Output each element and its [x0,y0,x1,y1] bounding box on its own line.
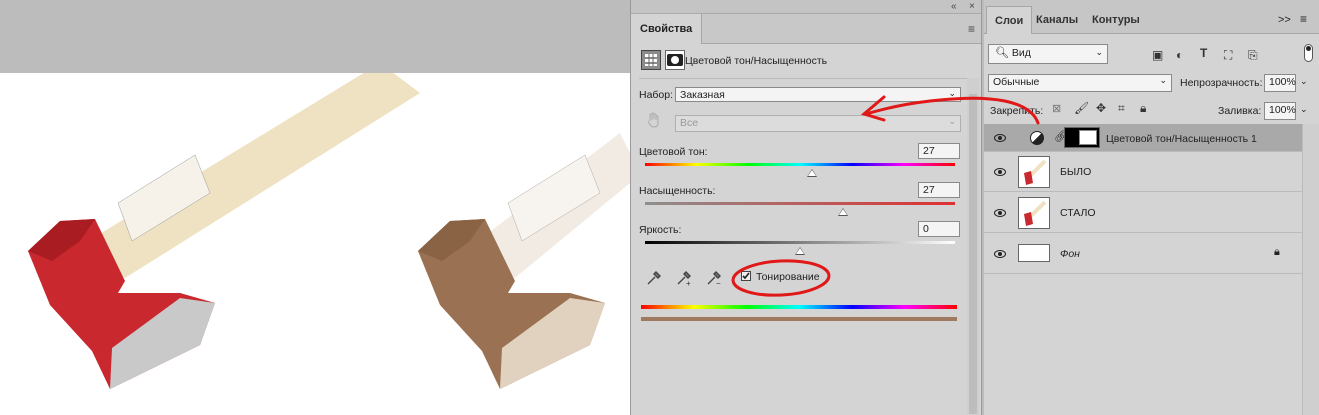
pixel-filter-icon[interactable]: ▣ [1152,48,1163,62]
svg-text:+: + [686,279,691,287]
eyedropper-plus-icon[interactable]: + [675,269,693,290]
output-color-bar [641,317,957,321]
panel-menu-icon[interactable]: ≡ [1300,12,1307,26]
eye-icon[interactable] [994,166,1006,178]
eye-icon[interactable] [994,207,1006,219]
opacity-input[interactable]: 100% [1264,74,1296,92]
axe-original [28,73,420,389]
svg-text:−: − [716,279,721,287]
lightness-gradient [645,241,955,244]
layer-thumbnail[interactable] [1018,197,1050,229]
eye-icon[interactable] [994,132,1006,144]
lock-label: Закрепить: [990,105,1044,117]
preset-value: Заказная [680,89,725,101]
shape-filter-icon[interactable]: ⛶ [1224,48,1232,63]
chevron-down-icon: ⌄ [1095,47,1103,57]
layer-thumbnail[interactable] [1018,156,1050,188]
layer-row-adjustment[interactable]: 🔗︎ Цветовой тон/Насыщенность 1 [984,124,1302,152]
lock-icon: 🔒︎ [1274,246,1280,258]
lock-position-icon[interactable]: ✥ [1096,101,1106,115]
mask-icon[interactable] [665,50,685,70]
layer-row-bylo[interactable]: БЫЛО [984,152,1302,192]
fill-input[interactable]: 100% [1264,102,1296,120]
panel-menu-icon[interactable]: ≡ [968,22,975,36]
eye-icon[interactable] [994,248,1006,260]
document-canvas-area[interactable] [0,0,630,415]
input-color-bar [641,305,957,309]
saturation-gradient [645,202,955,205]
layer-name[interactable]: СТАЛО [1060,207,1096,219]
layer-name[interactable]: Фон [1060,248,1080,260]
layer-name[interactable]: БЫЛО [1060,166,1091,178]
hue-gradient [645,163,955,166]
layers-scrollbar[interactable] [1302,124,1319,415]
lock-all-icon[interactable]: 🔒︎ [1140,101,1146,116]
search-icon: 🔍︎ [995,47,1009,59]
layer-row-stalo[interactable]: СТАЛО [984,193,1302,233]
hue-input[interactable]: 27 [918,143,960,159]
fill-chevron-icon[interactable]: ⌄ [1300,104,1308,115]
layer-name[interactable]: Цветовой тон/Насыщенность 1 [1106,133,1257,145]
saturation-input[interactable]: 27 [918,182,960,198]
preset-dropdown[interactable]: Заказная ⌄ [675,87,961,102]
opacity-label: Непрозрачность: [1180,77,1263,89]
axe-toned [418,133,630,389]
filter-toggle[interactable] [1304,44,1313,62]
lock-transparency-icon[interactable]: ⊠ [1052,102,1061,115]
axe-images [28,73,630,389]
eyedropper-icon[interactable] [645,269,663,290]
properties-panel-topbar: « × [631,0,981,14]
tab-paths[interactable]: Контуры [1084,6,1148,34]
channel-value: Все [680,117,699,129]
expand-icon[interactable]: >> [1278,14,1291,26]
adjustment-type-row: Цветовой тон/Насыщенность [639,50,969,72]
eyedropper-minus-icon[interactable]: − [705,269,723,290]
adjustment-layer-icon [1030,131,1044,145]
layer-filter-dropdown[interactable]: 🔍︎ Вид ⌄ [988,44,1108,64]
adjustment-filter-icon[interactable]: ◐ [1176,48,1183,62]
properties-tab-bar: Свойства ≡ [631,14,981,44]
blend-mode-value: Обычные [993,76,1040,88]
properties-body: Набор: Заказная ⌄ Все ⌄ Цветовой тон: 27… [639,78,967,415]
layers-tab-bar: Слои Каналы Контуры >> ≡ [984,0,1319,34]
scrollbar-thumb[interactable] [969,94,977,414]
lock-pixels-icon[interactable]: 🖌︎ [1074,101,1089,115]
tab-channels[interactable]: Каналы [1028,6,1086,34]
layer-row-background[interactable]: Фон 🔒︎ [984,234,1302,274]
layer-thumbnail[interactable] [1018,244,1050,262]
hue-slider-thumb[interactable] [807,169,818,177]
colorize-label[interactable]: Тонирование [756,271,820,283]
document-canvas[interactable] [0,73,630,415]
chevron-down-icon: ⌄ [1159,75,1167,85]
smart-object-filter-icon[interactable]: ⎘ [1248,48,1258,63]
preset-label: Набор: [639,89,674,101]
type-filter-icon[interactable]: T [1200,46,1207,60]
close-panel-icon[interactable]: × [969,1,975,12]
hue-label: Цветовой тон: [639,146,708,158]
chevron-down-icon: ⌄ [948,116,956,126]
layer-mask-thumbnail[interactable] [1064,127,1100,148]
colorize-checkbox[interactable] [741,271,751,281]
lightness-slider-thumb[interactable] [795,247,805,255]
tab-layers[interactable]: Слои [986,6,1033,34]
opacity-chevron-icon[interactable]: ⌄ [1300,76,1308,87]
layer-filter-value: Вид [1011,47,1031,59]
layers-panel: Слои Каналы Контуры >> ≡ 🔍︎ Вид ⌄ ▣ ◐ T … [984,0,1319,415]
saturation-label: Насыщенность: [639,185,716,197]
lightness-label: Яркость: [639,224,682,236]
lock-artboard-icon[interactable]: ⌗ [1118,101,1125,116]
adjustment-icon[interactable] [641,50,661,70]
fill-label: Заливка: [1218,105,1262,117]
saturation-slider-thumb[interactable] [838,208,849,216]
chevron-down-icon: ⌄ [948,88,956,98]
properties-panel: « × Свойства ≡ Цветовой тон/Насыщенность… [630,0,982,415]
hand-tool-icon[interactable] [645,111,663,132]
channel-dropdown[interactable]: Все ⌄ [675,115,961,132]
lightness-input[interactable]: 0 [918,221,960,237]
tab-properties[interactable]: Свойства [631,14,703,44]
properties-scrollbar[interactable] [967,78,979,415]
adjustment-title: Цветовой тон/Насыщенность [685,55,828,67]
collapse-panel-icon[interactable]: « [951,1,957,12]
blend-mode-dropdown[interactable]: Обычные ⌄ [988,74,1172,92]
